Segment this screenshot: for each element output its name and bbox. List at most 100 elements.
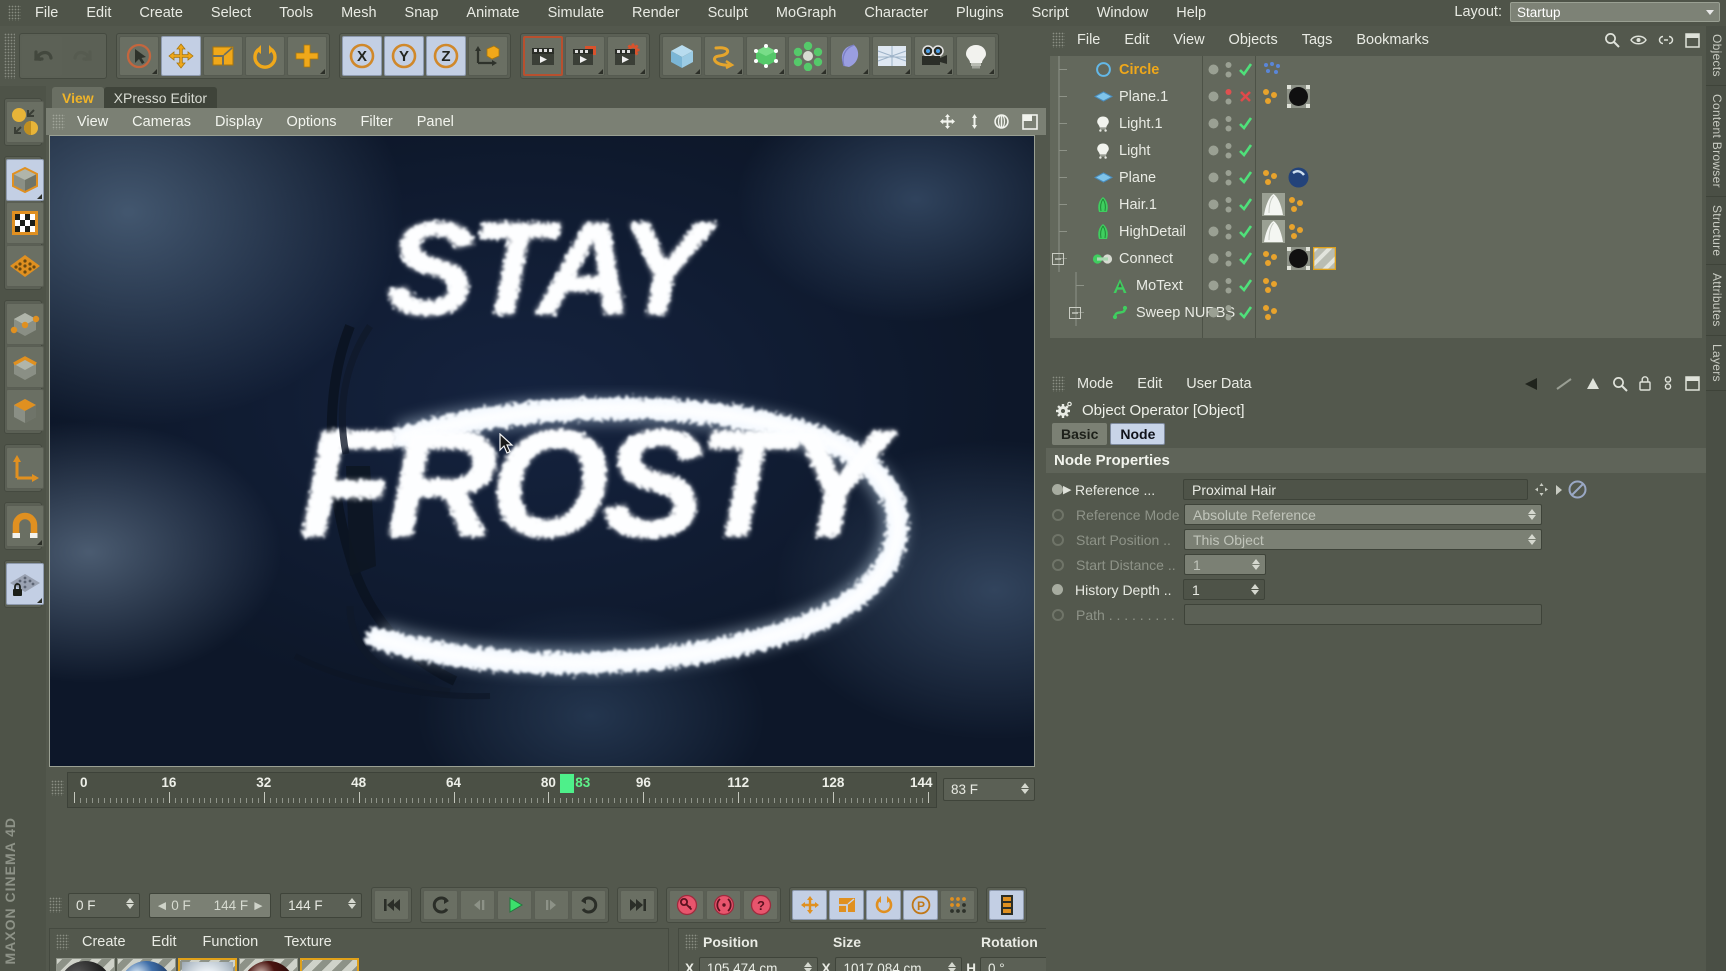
property-spinner[interactable] [1251,584,1259,595]
object-menu-bookmarks[interactable]: Bookmarks [1344,32,1441,48]
property-toggle[interactable] [1052,584,1063,595]
object-menu-view[interactable]: View [1161,32,1216,48]
viewport-menu-filter[interactable]: Filter [349,114,405,130]
viewport-menu-panel[interactable]: Panel [405,114,466,130]
end-frame-spinner[interactable] [348,897,356,909]
y-axis-lock[interactable]: Y [384,36,424,76]
property-toggle[interactable] [1052,484,1063,495]
material-item[interactable]: Ice Cube [300,958,359,971]
preview-range-left-arrow[interactable]: ◄ [155,898,168,913]
object-row[interactable]: MoText [1050,272,1702,299]
object-tree[interactable]: Circle Plane.1 Light.1 Light Plane Hair.1 High… [1050,56,1702,338]
deformer-button[interactable] [830,36,870,76]
object-tags[interactable] [1262,247,1336,270]
timeline-playhead[interactable] [560,774,575,793]
object-visibility-dots[interactable] [1208,88,1253,106]
live-selection-tool[interactable] [119,36,159,76]
viewport-menu-view[interactable]: View [65,114,120,130]
start-frame-field[interactable]: 0 F [68,892,141,918]
object-row[interactable]: Hair.1 [1050,191,1702,218]
object-row[interactable]: Plane.1 [1050,83,1702,110]
property-toggle[interactable] [1052,608,1064,621]
z-axis-lock[interactable]: Z [426,36,466,76]
forward-arrow-icon[interactable] [1554,377,1574,391]
object-row[interactable]: Light.1 [1050,110,1702,137]
redo-button[interactable] [64,36,104,76]
tag-orange-dots[interactable] [1262,250,1284,268]
record-scale-button[interactable] [829,890,864,920]
tag-hair-thumb[interactable] [1262,220,1285,243]
object-menu-edit[interactable]: Edit [1112,32,1161,48]
attribute-tab-basic[interactable]: Basic [1052,423,1108,445]
lock-icon[interactable] [1639,376,1651,391]
tag-hair-thumb[interactable] [1262,193,1285,216]
coord-spinner[interactable] [803,962,812,971]
material-menu-create[interactable]: Create [69,934,139,950]
environment-button[interactable] [872,36,912,76]
autokeying-button[interactable] [706,890,741,920]
go-to-end-button[interactable] [620,890,655,920]
menu-sculpt[interactable]: Sculpt [694,5,762,21]
coord-spinner[interactable] [948,962,957,971]
object-row[interactable]: HighDetail [1050,218,1702,245]
panel-icon[interactable] [1685,32,1700,48]
dropdown-arrow[interactable] [1528,509,1536,520]
property-link-field[interactable]: Proximal Hair [1183,479,1528,500]
menu-render[interactable]: Render [618,5,694,21]
previous-frame-button[interactable] [460,890,495,920]
search-icon[interactable] [1604,32,1620,48]
tag-black-sphere[interactable] [1287,247,1310,270]
material-menu-texture[interactable]: Texture [271,934,345,950]
menu-plugins[interactable]: Plugins [942,5,1018,21]
object-row[interactable]: Connect [1050,245,1702,272]
record-position-button[interactable] [792,890,827,920]
timeline-grip[interactable] [51,780,64,796]
property-toggle[interactable] [1052,558,1064,571]
play-button[interactable] [497,890,532,920]
right-tab-objects[interactable]: Objects [1706,26,1726,86]
property-toggle[interactable] [1052,508,1064,521]
object-tags[interactable] [1262,166,1310,189]
panel-icon[interactable] [1685,376,1700,391]
object-manager-grip[interactable] [1052,32,1065,48]
right-tab-content-browser[interactable]: Content Browser [1706,86,1726,197]
menu-create[interactable]: Create [125,5,197,21]
menu-mesh[interactable]: Mesh [327,5,390,21]
link-drag-icon[interactable] [1534,482,1549,497]
start-frame-spinner[interactable] [126,897,135,909]
nurbs-button[interactable] [746,36,786,76]
camera-button[interactable] [914,36,954,76]
menu-file[interactable]: File [21,5,72,21]
material-item[interactable]: Rose_tint [239,958,298,971]
object-visibility-dots[interactable] [1208,61,1253,79]
world-object-coordinates[interactable] [468,36,508,76]
frame-spinner[interactable] [1021,783,1029,794]
viewport-tab-view[interactable]: View [52,87,104,108]
up-arrow-icon[interactable] [1585,377,1601,391]
layout-dropdown[interactable]: Startup [1510,2,1720,22]
property-toggle[interactable] [1052,533,1064,546]
viewport-menu-options[interactable]: Options [275,114,349,130]
object-menu-tags[interactable]: Tags [1290,32,1345,48]
material-menu-grip[interactable] [56,934,69,950]
undo-button[interactable] [22,36,62,76]
menu-window[interactable]: Window [1083,5,1163,21]
property-text-field[interactable] [1184,604,1542,625]
property-number-field[interactable]: 1 [1184,554,1266,575]
object-tags[interactable] [1262,193,1310,216]
property-spinner[interactable] [1252,559,1260,570]
render-settings-button[interactable] [607,36,647,76]
viewport-menu-display[interactable]: Display [203,114,275,130]
points-mode-button[interactable] [6,303,44,345]
tag-orange-dots[interactable] [1262,169,1284,187]
material-menu-edit[interactable]: Edit [139,934,190,950]
menu-snap[interactable]: Snap [391,5,453,21]
no-link-icon[interactable] [1568,480,1587,499]
object-menu-file[interactable]: File [1065,32,1112,48]
menu-animate[interactable]: Animate [452,5,533,21]
object-tags[interactable] [1262,220,1310,243]
object-menu-objects[interactable]: Objects [1217,32,1290,48]
preview-range-right-arrow[interactable]: ► [252,898,265,913]
texture-mode-button[interactable] [6,202,44,244]
property-dropdown[interactable]: Absolute Reference [1184,504,1542,525]
